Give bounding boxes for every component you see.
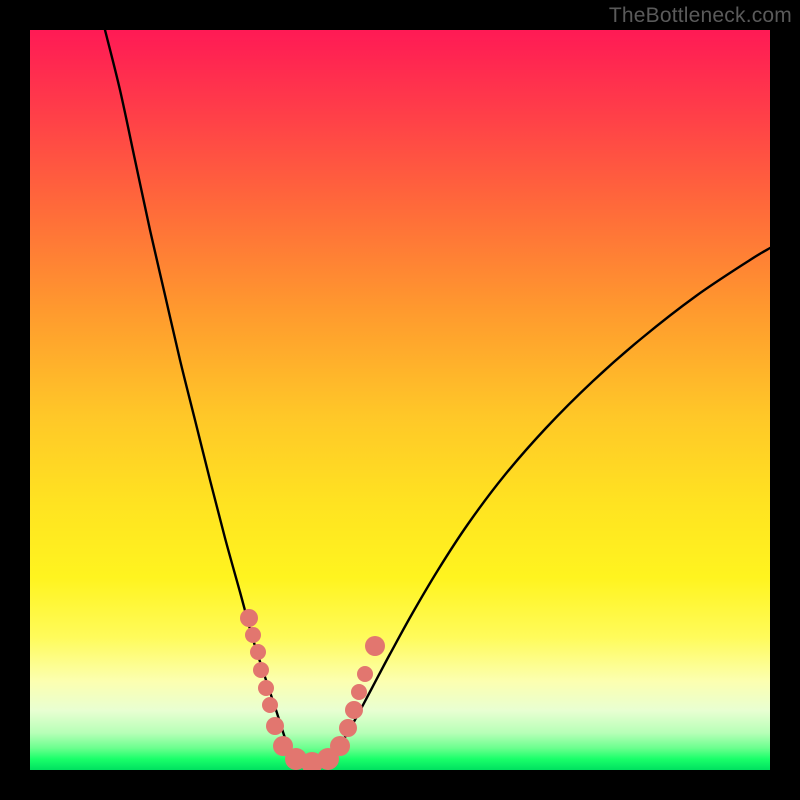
marker-dot: [240, 609, 258, 627]
chart-frame: TheBottleneck.com: [0, 0, 800, 800]
marker-dot: [339, 719, 357, 737]
curve-layer: [30, 30, 770, 770]
marker-dot: [258, 680, 274, 696]
marker-dot: [351, 684, 367, 700]
marker-dot: [253, 662, 269, 678]
marker-dot: [250, 644, 266, 660]
marker-dot: [245, 627, 261, 643]
plot-area: [30, 30, 770, 770]
marker-dot: [266, 717, 284, 735]
series-group: [105, 30, 770, 766]
watermark-text: TheBottleneck.com: [609, 4, 792, 28]
marker-dot: [365, 636, 385, 656]
marker-dot: [357, 666, 373, 682]
marker-group: [240, 609, 385, 770]
marker-dot: [345, 701, 363, 719]
marker-dot: [330, 736, 350, 756]
marker-dot: [262, 697, 278, 713]
curve-right-curve: [330, 248, 770, 758]
